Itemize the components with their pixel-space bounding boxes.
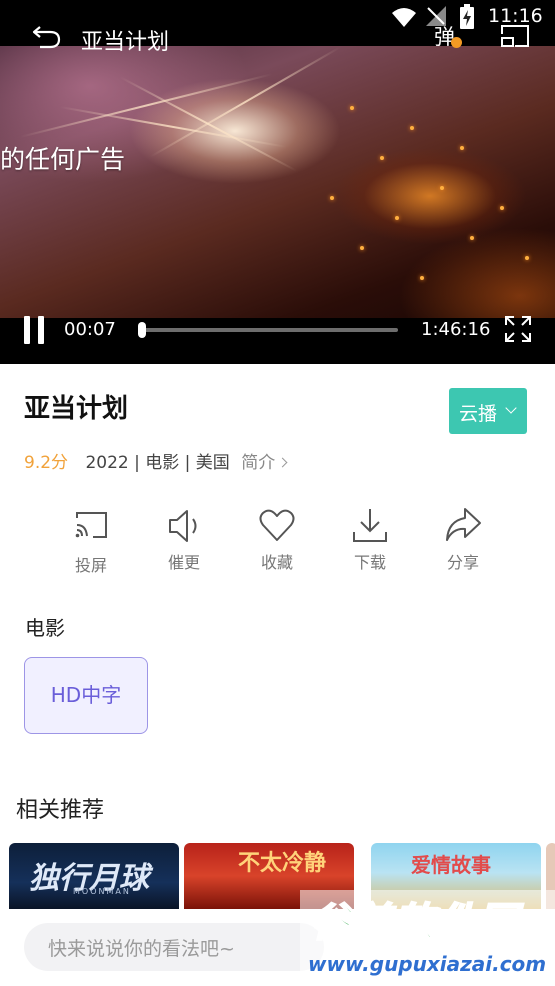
danmaku-check-icon xyxy=(451,37,462,48)
pip-icon[interactable] xyxy=(499,24,531,48)
share-icon xyxy=(446,508,481,541)
cast-button[interactable]: 投屏 xyxy=(51,506,131,576)
meta-info: 2022 | 电影 | 美国 xyxy=(85,453,230,473)
related-section-title: 相关推荐 xyxy=(16,798,105,823)
poster-title: 不太冷静 xyxy=(238,851,327,876)
cast-icon xyxy=(75,512,107,538)
share-label: 分享 xyxy=(446,553,479,572)
watermark-line2: www.gupuxiazai.com xyxy=(308,952,547,976)
danmaku-toggle[interactable]: 弹 xyxy=(434,21,468,51)
share-button[interactable]: 分享 xyxy=(423,506,503,576)
download-button[interactable]: 下载 xyxy=(330,506,410,576)
duration: 1:46:16 xyxy=(421,319,491,340)
meta-row: 9.2分 2022 | 电影 | 美国 简介 xyxy=(24,448,288,473)
rating: 9.2分 xyxy=(24,453,69,473)
chevron-right-icon xyxy=(277,457,288,468)
back-icon[interactable] xyxy=(30,20,64,50)
fullscreen-icon[interactable] xyxy=(503,314,533,344)
favorite-button[interactable]: 收藏 xyxy=(237,506,317,576)
urge-update-label: 催更 xyxy=(167,553,200,572)
cast-label: 投屏 xyxy=(74,556,107,575)
video-frame[interactable] xyxy=(0,46,555,318)
pause-button[interactable] xyxy=(22,316,48,344)
chevron-down-icon xyxy=(505,402,517,414)
watermark-line1: 谷普软件园 xyxy=(309,899,520,947)
comment-input[interactable]: 快来说说你的看法吧~ xyxy=(24,923,324,971)
site-watermark: 谷普软件园 www.gupuxiazai.com xyxy=(300,886,555,986)
episode-section-title: 电影 xyxy=(25,616,65,640)
related-poster[interactable]: 独行月球 MOONMAN xyxy=(9,843,179,909)
poster-subtitle: MOONMAN xyxy=(73,887,131,896)
source-label: 云播 xyxy=(459,403,498,425)
intro-label: 简介 xyxy=(241,453,276,473)
progress-thumb[interactable] xyxy=(138,322,146,338)
favorite-label: 收藏 xyxy=(260,553,293,572)
speaker-icon xyxy=(169,510,197,542)
episode-chip[interactable]: HD中字 xyxy=(24,657,148,734)
video-player[interactable]: 的任何广告 11:16 亚当计划 弹 00:07 1:46:16 xyxy=(0,0,555,364)
movie-title: 亚当计划 xyxy=(24,394,129,424)
poster-title: 爱情故事 xyxy=(411,853,491,877)
player-title: 亚当计划 xyxy=(81,30,170,55)
wifi-icon xyxy=(392,8,416,27)
intro-link[interactable]: 简介 xyxy=(241,453,288,473)
download-label: 下载 xyxy=(353,553,386,572)
urge-update-button[interactable]: 催更 xyxy=(144,506,224,576)
download-icon xyxy=(353,509,387,542)
source-select-button[interactable]: 云播 xyxy=(449,388,527,434)
video-overlay-text: 的任何广告 xyxy=(0,145,126,174)
progress-bar[interactable] xyxy=(140,328,398,332)
player-controls: 00:07 1:46:16 xyxy=(0,310,555,352)
heart-icon xyxy=(259,509,295,541)
current-time: 00:07 xyxy=(64,319,116,340)
